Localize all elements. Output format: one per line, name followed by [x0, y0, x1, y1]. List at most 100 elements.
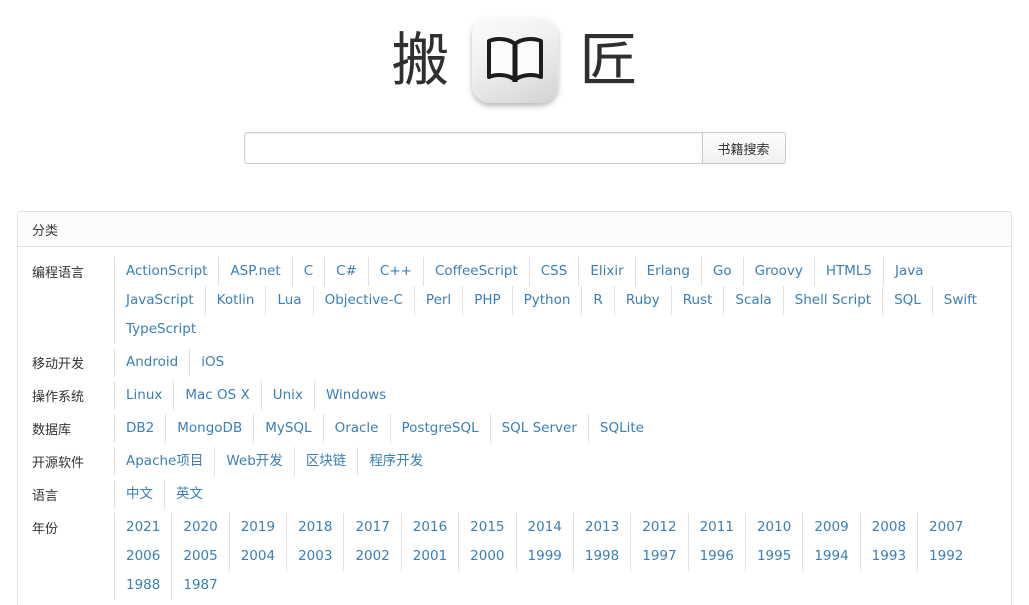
category-link[interactable]: Mac OS X	[173, 381, 260, 410]
category-link[interactable]: TypeScript	[114, 315, 207, 344]
category-link[interactable]: 1994	[802, 542, 859, 571]
category-link[interactable]: 程序开发	[357, 447, 434, 476]
category-link[interactable]: 英文	[164, 480, 214, 509]
category-link[interactable]: Lua	[265, 286, 312, 315]
category-link[interactable]: 2006	[114, 542, 171, 571]
category-link[interactable]: Kotlin	[204, 286, 266, 315]
category-link[interactable]: 1987	[171, 571, 228, 600]
category-panel: 分类 编程语言 ActionScript ASP.net C C# C++ CoffeeSc…	[17, 211, 1012, 605]
category-link[interactable]: 1988	[114, 571, 171, 600]
category-link[interactable]: 2014	[515, 513, 573, 542]
category-row-label: 编程语言	[32, 266, 85, 281]
category-link[interactable]: 1997	[630, 542, 687, 571]
category-link[interactable]: Windows	[313, 381, 397, 410]
category-link[interactable]: Java	[883, 257, 935, 286]
category-link[interactable]: Swift	[931, 286, 988, 315]
category-link[interactable]: Groovy	[742, 257, 814, 286]
category-link[interactable]: 2020	[171, 513, 228, 542]
category-link[interactable]: ActionScript	[114, 257, 218, 286]
category-link[interactable]: 2012	[630, 513, 687, 542]
category-link[interactable]: Scala	[723, 286, 782, 315]
category-link[interactable]: 2008	[859, 513, 917, 542]
category-link[interactable]: Perl	[413, 286, 462, 315]
category-link[interactable]: 2016	[400, 513, 458, 542]
category-link[interactable]: C	[291, 257, 324, 286]
category-link[interactable]: Linux	[114, 381, 173, 410]
category-link-list: DB2 MongoDB MySQL Oracle PostgreSQL SQL Serve…	[114, 414, 1011, 443]
category-link[interactable]: 1998	[572, 542, 630, 571]
search-input[interactable]	[243, 132, 702, 164]
category-link[interactable]: Python	[511, 286, 582, 315]
category-link[interactable]: 2001	[400, 542, 458, 571]
page-root: 搬 匠 书籍搜索 分类 编程语言 ActionScript ASP.net C C# C+…	[0, 0, 1029, 605]
category-link[interactable]: Elixir	[578, 257, 634, 286]
search-area: 书籍搜索	[0, 132, 1029, 164]
category-link[interactable]: PHP	[462, 286, 511, 315]
category-link[interactable]: 2000	[458, 542, 515, 571]
category-link[interactable]: 区块链	[293, 447, 358, 476]
category-link[interactable]: 1993	[859, 542, 917, 571]
category-link[interactable]: SQLite	[587, 414, 655, 443]
category-link-list: 中文 英文	[114, 480, 1011, 509]
category-link[interactable]: MySQL	[253, 414, 322, 443]
category-link[interactable]: Apache项目	[114, 447, 214, 476]
category-link[interactable]: 2015	[458, 513, 515, 542]
category-link[interactable]: Web开发	[214, 447, 293, 476]
category-link[interactable]: Erlang	[634, 257, 701, 286]
category-link[interactable]: PostgreSQL	[389, 414, 490, 443]
category-link[interactable]: MongoDB	[165, 414, 253, 443]
category-link[interactable]: 2009	[802, 513, 859, 542]
category-link[interactable]: C++	[367, 257, 423, 286]
category-link[interactable]: R	[581, 286, 613, 315]
category-link[interactable]: DB2	[114, 414, 165, 443]
category-link[interactable]: 1992	[917, 542, 974, 571]
category-link[interactable]: HTML5	[813, 257, 883, 286]
category-link[interactable]: 2018	[286, 513, 343, 542]
category-link[interactable]: CoffeeScript	[422, 257, 529, 286]
category-link-list: 2021 2020 2019 2018 2017 2016 2015 2014 2013 2012…	[114, 513, 1011, 600]
category-link[interactable]: 2017	[343, 513, 400, 542]
site-logo: 搬 匠	[0, 0, 1029, 104]
category-row: 开源软件 Apache项目 Web开发 区块链 程序开发	[18, 445, 1011, 478]
category-link[interactable]: 1999	[515, 542, 573, 571]
category-link[interactable]: Oracle	[322, 414, 390, 443]
category-link[interactable]: 2011	[687, 513, 745, 542]
category-link[interactable]: Ruby	[613, 286, 671, 315]
category-row: 编程语言 ActionScript ASP.net C C# C++ CoffeeScrip…	[18, 255, 1011, 346]
category-row-label: 年份	[32, 522, 59, 537]
category-link[interactable]: 2003	[286, 542, 343, 571]
category-link[interactable]: 1996	[687, 542, 745, 571]
category-link[interactable]: SQL Server	[489, 414, 588, 443]
category-link[interactable]: 2004	[228, 542, 286, 571]
category-link[interactable]: 1995	[744, 542, 802, 571]
category-link[interactable]: ASP.net	[218, 257, 291, 286]
logo-right-character: 匠	[579, 26, 638, 94]
category-link-list: Linux Mac OS X Unix Windows	[114, 381, 1011, 410]
category-link[interactable]: iOS	[189, 348, 235, 377]
category-link[interactable]: C#	[324, 257, 368, 286]
category-link[interactable]: Objective-C	[312, 286, 414, 315]
category-link[interactable]: 2010	[744, 513, 802, 542]
category-link[interactable]: 2013	[572, 513, 630, 542]
category-row: 操作系统 Linux Mac OS X Unix Windows	[18, 379, 1011, 412]
book-search-button[interactable]: 书籍搜索	[701, 132, 786, 164]
category-link[interactable]: Shell Script	[782, 286, 882, 315]
category-link[interactable]: Unix	[260, 381, 314, 410]
category-link[interactable]: 中文	[114, 480, 164, 509]
category-link[interactable]: CSS	[528, 257, 579, 286]
category-link[interactable]: 2005	[171, 542, 228, 571]
category-link[interactable]: Rust	[670, 286, 724, 315]
category-link[interactable]: 2019	[228, 513, 286, 542]
category-link[interactable]: 2002	[343, 542, 400, 571]
search-form: 书籍搜索	[243, 132, 786, 164]
category-link[interactable]: JavaScript	[114, 286, 205, 315]
category-link[interactable]: Android	[114, 348, 189, 377]
category-row: 数据库 DB2 MongoDB MySQL Oracle PostgreSQL SQL Se…	[18, 412, 1011, 445]
category-link[interactable]: Go	[700, 257, 743, 286]
category-row: 移动开发 Android iOS	[18, 346, 1011, 379]
category-link[interactable]: 2021	[114, 513, 171, 542]
category-row: 语言 中文 英文	[18, 478, 1011, 511]
category-link[interactable]: 2007	[917, 513, 974, 542]
category-link[interactable]: SQL	[882, 286, 932, 315]
category-link-list: Apache项目 Web开发 区块链 程序开发	[114, 447, 1011, 476]
